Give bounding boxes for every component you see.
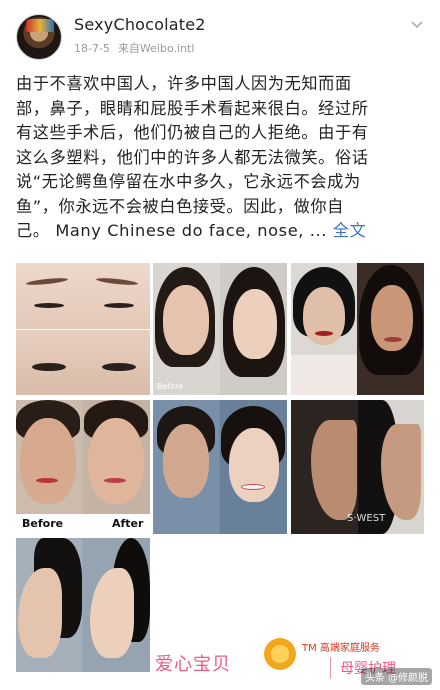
face-shape xyxy=(303,287,345,345)
photo-face-profile-before-after[interactable]: S·WEST xyxy=(291,400,424,534)
face-shape xyxy=(163,424,209,498)
post-header: SexyChocolate2 18-7-5 来自Weibo.intl xyxy=(0,0,440,64)
before-label: Before xyxy=(22,517,64,530)
post-line: 部，鼻子，眼睛和屁股手术看起来很白。经过所 xyxy=(16,98,369,118)
post-body: 由于不喜欢中国人，许多中国人因为无知而面 部，鼻子，眼睛和屁股手术看起来很白。经… xyxy=(16,72,426,244)
eye-shape xyxy=(104,303,134,308)
user-avatar[interactable] xyxy=(16,14,62,60)
photo-face-before-after-3[interactable]: Before After xyxy=(16,400,150,534)
post-line: 鱼”，你永远不会被白色接受。因此，做你自 xyxy=(16,196,344,216)
avatar-hat-graphic xyxy=(26,19,54,32)
face-shape xyxy=(20,418,76,504)
photo-face-profile-2[interactable] xyxy=(16,538,150,672)
source-watermark: 头条 @修颜脱 xyxy=(360,668,432,685)
lips-shape xyxy=(315,331,333,336)
brand-divider xyxy=(330,657,331,679)
shirt-shape xyxy=(291,355,357,395)
username[interactable]: SexyChocolate2 xyxy=(74,15,206,34)
eyes-bottom-panel xyxy=(16,329,150,395)
eye-shape xyxy=(34,303,64,308)
smile-shape xyxy=(241,484,265,490)
photo-face-before-after-4[interactable] xyxy=(153,400,287,534)
lips-shape xyxy=(36,478,58,483)
post-line: 有这些手术后，他们仍被自己的人拒绝。由于有 xyxy=(16,123,369,142)
chevron-down-icon[interactable] xyxy=(410,18,424,32)
before-small-label: Before xyxy=(157,382,184,391)
lips-shape xyxy=(104,478,126,483)
brand-watermark-text: 爱心宝贝 xyxy=(155,654,231,675)
photo-face-before-after-1[interactable]: Before xyxy=(153,263,287,395)
face-shape xyxy=(88,418,144,504)
full-text-link[interactable]: 全文 xyxy=(333,221,367,240)
brand-tagline: TM 高端家庭服务 xyxy=(302,643,380,654)
after-label: After xyxy=(112,517,144,530)
face-shape xyxy=(233,289,277,359)
brand-logo-icon xyxy=(262,636,298,672)
post-source: 来自Weibo.intl xyxy=(117,42,195,55)
post-meta: 18-7-5 来自Weibo.intl xyxy=(74,40,202,56)
post-date: 18-7-5 xyxy=(74,42,110,55)
watermark: S·WEST xyxy=(347,513,386,524)
photo-face-before-after-2[interactable] xyxy=(291,263,424,395)
face-shape xyxy=(229,428,279,502)
eye-shape xyxy=(32,363,66,371)
photo-eyes-before-after[interactable] xyxy=(16,263,150,395)
post-line: 说“无论鳄鱼停留在水中多久，它永远不会成为 xyxy=(16,172,361,191)
face-shape xyxy=(163,285,209,355)
eye-shape xyxy=(102,363,136,371)
post-line: 这么多塑料，他们中的许多人都无法微笑。俗话 xyxy=(16,147,369,167)
eyes-top-panel xyxy=(16,263,150,329)
post-line-text: 己。 Many Chinese do face, nose, ... xyxy=(16,221,327,240)
post-line: 由于不喜欢中国人，许多中国人因为无知而面 xyxy=(16,74,352,93)
post-line-last: 己。 Many Chinese do face, nose, ... 全文 xyxy=(16,219,426,244)
lips-shape xyxy=(384,337,402,342)
